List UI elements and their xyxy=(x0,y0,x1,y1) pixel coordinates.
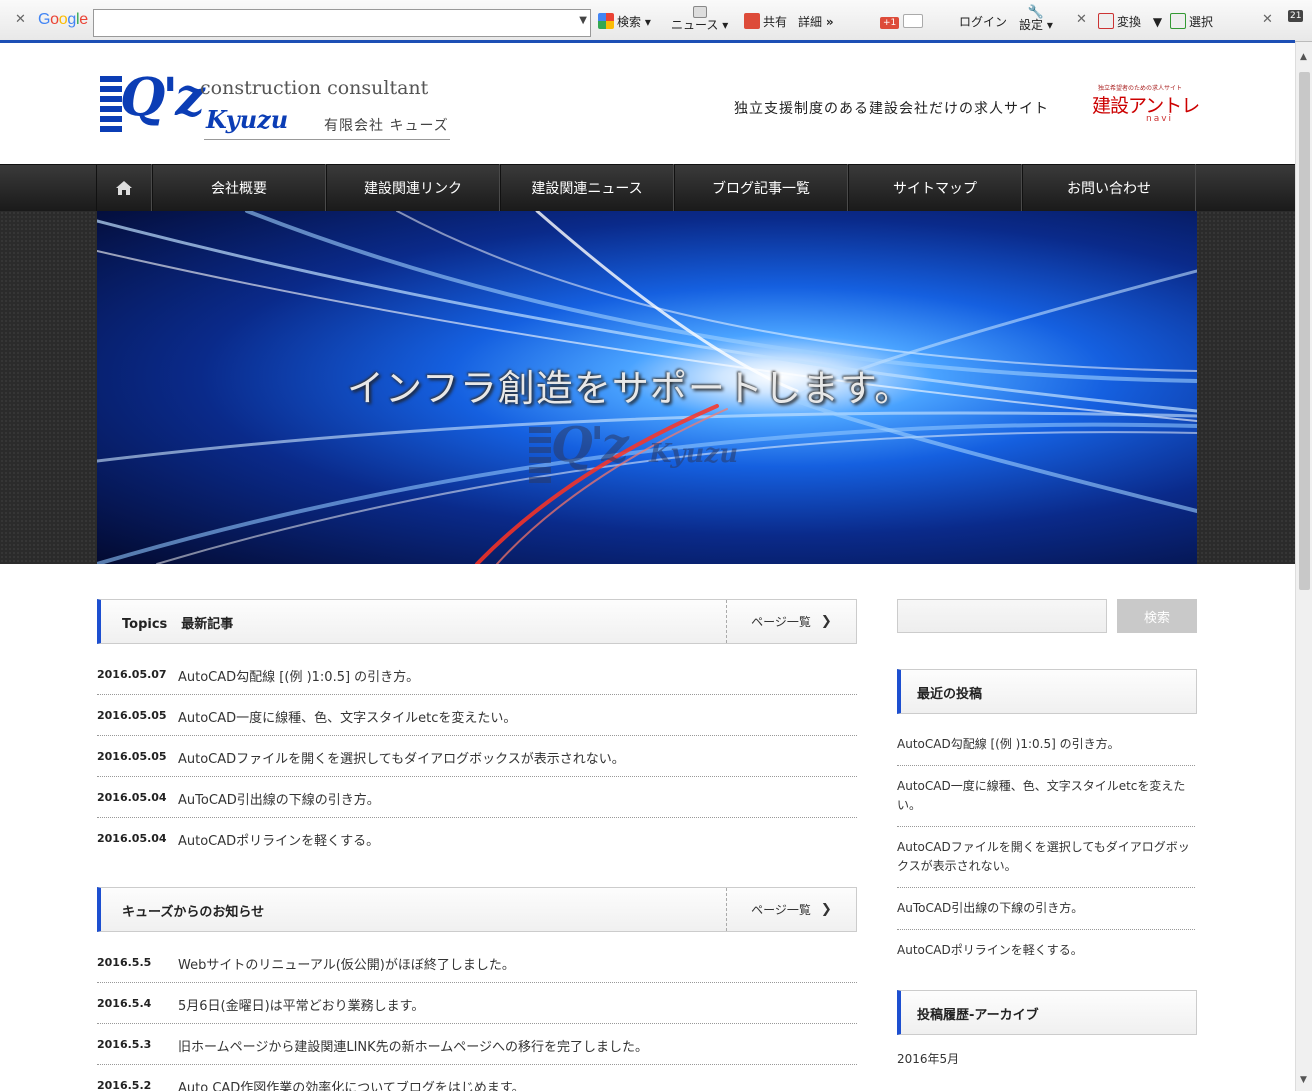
sidebar-search-input[interactable] xyxy=(897,599,1107,633)
kensetsu-entre-logo[interactable]: 独立希望者のための求人サイト 建設アントレ navi xyxy=(1092,83,1200,127)
toolbar-login-button[interactable]: ログイン xyxy=(959,13,1007,30)
gplus-one-icon: +1 xyxy=(880,17,900,29)
recent-post-item[interactable]: AuToCAD引出線の下線の引き方。 xyxy=(897,888,1195,930)
site-header: Q'z construction consultant Kyuzu 有限会社 キ… xyxy=(0,43,1295,164)
list-item[interactable]: 2016.05.04 AutoCADポリラインを軽くする。 xyxy=(97,818,857,859)
site-logo[interactable]: Q'z construction consultant Kyuzu 有限会社 キ… xyxy=(98,67,453,146)
notification-badge[interactable]: 21 xyxy=(1288,10,1304,22)
hero-logo-name: Kyuzu xyxy=(649,439,739,469)
logo-name: Kyuzu xyxy=(206,105,289,134)
nav-links[interactable]: 建設関連リンク xyxy=(326,164,500,211)
logo-underline xyxy=(204,139,450,140)
news-list: 2016.5.5 Webサイトのリニューアル(仮公開)がほぼ終了しました。 201… xyxy=(97,942,857,1091)
toolbar-news-button[interactable]: ニュース ▾ xyxy=(671,6,728,32)
nav-company[interactable]: 会社概要 xyxy=(152,164,326,211)
toolbar-search-input[interactable]: ▼ xyxy=(93,9,591,37)
google-g-icon xyxy=(598,13,614,29)
nav-news[interactable]: 建設関連ニュース xyxy=(500,164,674,211)
scroll-up-icon[interactable]: ▲ xyxy=(1300,52,1307,62)
select-icon xyxy=(1170,13,1186,29)
news-icon xyxy=(692,6,707,18)
news-header: キューズからのお知らせ ページ一覧 ❯ xyxy=(97,887,857,932)
list-item[interactable]: 2016.05.05 AutoCADファイルを開くを選択してもダイアログボックスが… xyxy=(97,736,857,777)
hero-logo-mark: Q'z xyxy=(551,417,629,473)
topics-list: 2016.05.07 AutoCAD勾配線 [(例 )1:0.5] の引き方。 2… xyxy=(97,654,857,859)
home-icon xyxy=(116,180,132,195)
close-translate-icon[interactable]: ✕ xyxy=(1076,12,1087,27)
dropdown-arrow-icon[interactable]: ▼ xyxy=(579,15,587,26)
topics-header: Topics 最新記事 ページ一覧 ❯ xyxy=(97,599,857,644)
scrollbar-thumb[interactable] xyxy=(1299,72,1310,590)
topics-more-link[interactable]: ページ一覧 ❯ xyxy=(726,600,856,643)
topics-title: Topics 最新記事 xyxy=(122,617,234,632)
close-select-icon[interactable]: ✕ xyxy=(1262,12,1273,27)
list-item[interactable]: 2016.5.3 旧ホームページから建設関連LINK先の新ホームページへの移行を完… xyxy=(97,1024,857,1065)
google-logo: Google xyxy=(38,11,88,28)
logo-bars xyxy=(100,76,122,136)
recent-post-item[interactable]: AutoCADファイルを開くを選択してもダイアログボックスが表示されない。 xyxy=(897,827,1195,888)
toolbar-share-button[interactable]: 共有 xyxy=(744,13,787,30)
chevron-right-icon: ❯ xyxy=(820,902,832,917)
translate-icon xyxy=(1098,13,1114,29)
partner-navi: navi xyxy=(1146,114,1174,124)
close-toolbar-icon[interactable]: ✕ xyxy=(15,12,26,27)
sidebar-search-button[interactable]: 検索 xyxy=(1117,599,1197,633)
toolbar-select-button[interactable]: 選択 xyxy=(1170,13,1213,30)
news-title: キューズからのお知らせ xyxy=(122,905,265,920)
recent-post-item[interactable]: AutoCAD一度に線種、色、文字スタイルetcを変えたい。 xyxy=(897,766,1195,827)
toolbar-search-button[interactable]: 検索 ▾ xyxy=(598,13,651,30)
recent-post-item[interactable]: AutoCADポリラインを軽くする。 xyxy=(897,930,1195,971)
recent-post-item[interactable]: AutoCAD勾配線 [(例 )1:0.5] の引き方。 xyxy=(897,724,1195,766)
toolbar-settings-button[interactable]: 🔧 設定 ▾ xyxy=(1019,6,1053,32)
list-item[interactable]: 2016.5.4 5月6日(金曜日)は平常どおり業務します。 xyxy=(97,983,857,1024)
list-item[interactable]: 2016.5.2 Auto CAD作図作業の効率化についてブログをはじめます。 xyxy=(97,1065,857,1091)
nav-contact[interactable]: お問い合わせ xyxy=(1022,164,1196,211)
recent-posts-list: AutoCAD勾配線 [(例 )1:0.5] の引き方。 AutoCAD一度に線… xyxy=(897,724,1195,971)
recent-posts-header: 最近の投稿 xyxy=(897,669,1197,714)
page-scrollbar[interactable]: ▲ ▼ xyxy=(1295,42,1312,1091)
news-more-link[interactable]: ページ一覧 ❯ xyxy=(726,888,856,931)
archive-item[interactable]: 2016年5月 xyxy=(897,1050,959,1067)
toolbar-convert-button[interactable]: 変換 ▼ xyxy=(1098,13,1162,30)
hero-headline: インフラ創造をサポートします。 xyxy=(347,367,913,410)
list-item[interactable]: 2016.05.04 AuToCAD引出線の下線の引き方。 xyxy=(97,777,857,818)
nav-sitemap[interactable]: サイトマップ xyxy=(848,164,1022,211)
list-item[interactable]: 2016.05.07 AutoCAD勾配線 [(例 )1:0.5] の引き方。 xyxy=(97,654,857,695)
main-nav: 会社概要 建設関連リンク 建設関連ニュース ブログ記事一覧 サイトマップ お問い… xyxy=(96,164,1196,211)
recent-posts-title: 最近の投稿 xyxy=(917,687,983,702)
logo-tagline: construction consultant xyxy=(200,77,429,99)
nav-home[interactable] xyxy=(96,164,152,211)
archive-header: 投稿履歴-アーカイブ xyxy=(897,990,1197,1035)
nav-blog[interactable]: ブログ記事一覧 xyxy=(674,164,848,211)
scroll-down-icon[interactable]: ▼ xyxy=(1300,1075,1307,1085)
gplus-share-icon xyxy=(744,13,760,29)
gplus-one-button[interactable]: +1 xyxy=(880,14,924,29)
gplus-count-box xyxy=(903,14,924,28)
toolbar-details-button[interactable]: 詳細 » xyxy=(798,13,834,30)
archive-title: 投稿履歴-アーカイブ xyxy=(917,1008,1039,1023)
web-page: Q'z construction consultant Kyuzu 有限会社 キ… xyxy=(0,43,1295,1091)
chevron-right-icon: ❯ xyxy=(820,614,832,629)
hero-banner: インフラ創造をサポートします。 Q'z Kyuzu xyxy=(97,211,1197,564)
list-item[interactable]: 2016.5.5 Webサイトのリニューアル(仮公開)がほぼ終了しました。 xyxy=(97,942,857,983)
site-tagline: 独立支援制度のある建設会社だけの求人サイト xyxy=(734,101,1049,117)
list-item[interactable]: 2016.05.05 AutoCAD一度に線種、色、文字スタイルetcを変えたい。 xyxy=(97,695,857,736)
google-toolbar: ✕ Google ▼ 検索 ▾ ニュース ▾ 共有 詳細 » +1 ログイン 🔧… xyxy=(0,0,1312,42)
logo-mark: Q'z xyxy=(120,67,205,128)
logo-company: 有限会社 キューズ xyxy=(324,118,449,134)
